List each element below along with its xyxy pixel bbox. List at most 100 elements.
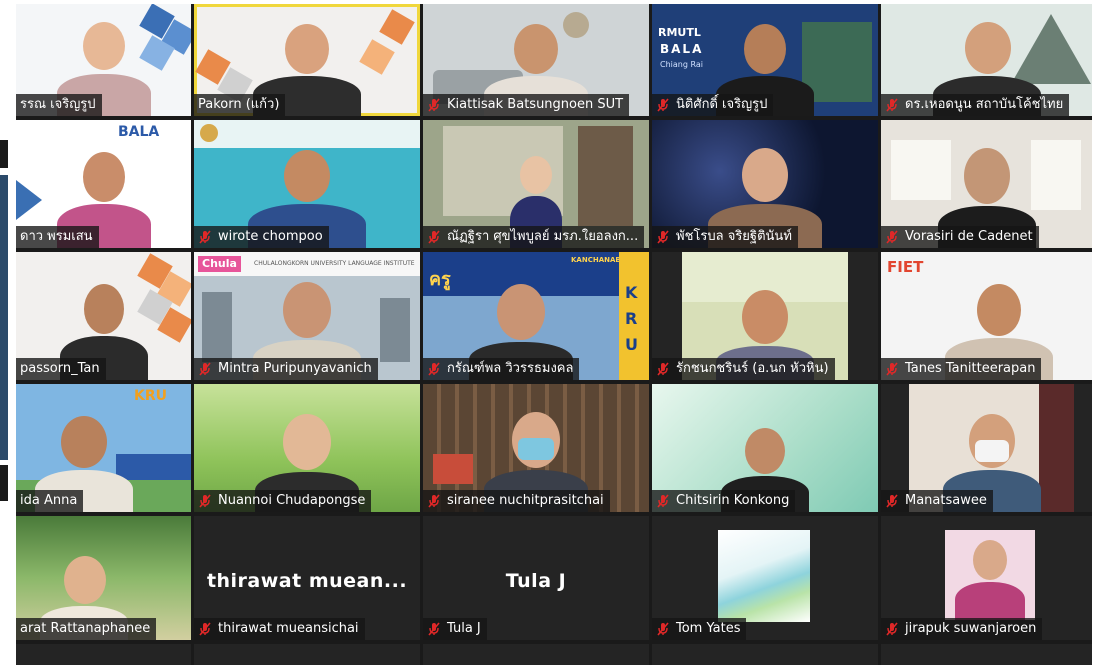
participant-tile-partial[interactable] [881, 644, 1092, 665]
name-label: Tula J [423, 618, 487, 640]
participant-tile[interactable]: รักชนกชรินร์ (อ.นก หัวหิน) [652, 252, 878, 380]
participant-tile-video-off[interactable]: jirapuk suwanjaroen [881, 516, 1092, 640]
name-label: ida Anna [16, 490, 84, 512]
name-label: รักชนกชรินร์ (อ.นก หัวหิน) [652, 358, 835, 380]
microphone-muted-icon [427, 230, 441, 244]
participant-tile-video-off[interactable]: Tom Yates [652, 516, 878, 640]
name-label: Nuannoi Chudapongse [194, 490, 372, 512]
name-label: Manatsawee [881, 490, 993, 512]
participant-tile[interactable]: KANCHANABURI ครู KRU กรัณฑ์พล วิวรรธมงคล [423, 252, 649, 380]
profile-picture [718, 530, 810, 622]
microphone-muted-icon [427, 98, 441, 112]
face-mask [518, 438, 554, 460]
participant-tile[interactable]: พัชโรบล จริยฐิตินันท์ [652, 120, 878, 248]
video-off-name: thirawat muean... [206, 570, 408, 592]
name-label: wirote chompoo [194, 226, 329, 248]
participant-tile-partial[interactable] [423, 644, 649, 665]
logo-text: ครู [429, 269, 451, 290]
microphone-muted-icon [198, 362, 212, 376]
participant-tile[interactable]: Vorasiri de Cadenet [881, 120, 1092, 248]
background-triangle [16, 180, 42, 220]
background-logo [200, 124, 218, 142]
participant-tile[interactable]: ณัฏฐิรา ศุขไพบูลย์ มรภ.ใยอลงก... [423, 120, 649, 248]
microphone-muted-icon [198, 622, 212, 636]
edge-block [0, 465, 8, 501]
participant-tile[interactable]: FIET Tanes Tanitteerapan [881, 252, 1092, 380]
name-label: ดาว พรมเสน [16, 226, 99, 248]
participant-tile-partial[interactable] [16, 644, 191, 665]
microphone-muted-icon [198, 494, 212, 508]
participant-tile[interactable]: รรณ เจริญรูป [16, 4, 191, 116]
microphone-muted-icon [198, 230, 212, 244]
name-label: arat Rattanaphanee [16, 618, 157, 640]
microphone-muted-icon [885, 230, 899, 244]
background-city [202, 292, 232, 362]
participant-tile-partial[interactable] [652, 644, 878, 665]
logo-text: Chula [198, 256, 241, 272]
participant-tile[interactable]: Chitsirin Konkong [652, 384, 878, 512]
background-bookshelf [578, 126, 633, 226]
participant-tile[interactable]: Chula CHULALONGKORN UNIVERSITY LANGUAGE … [194, 252, 420, 380]
logo-text: KRU [625, 283, 638, 354]
participant-tile[interactable]: Nuannoi Chudapongse [194, 384, 420, 512]
name-label: jirapuk suwanjaroen [881, 618, 1043, 640]
edge-block [0, 140, 8, 168]
left-window-edge [0, 0, 14, 665]
decorative-hexagon [379, 9, 415, 45]
logo-text: CHULALONGKORN UNIVERSITY LANGUAGE INSTIT… [254, 260, 415, 267]
name-label: thirawat mueansichai [194, 618, 365, 640]
participant-tile[interactable]: passorn_Tan [16, 252, 191, 380]
name-label: passorn_Tan [16, 358, 106, 380]
name-label: พัชโรบล จริยฐิตินันท์ [652, 226, 798, 248]
microphone-muted-icon [656, 494, 670, 508]
name-label: Kiattisak Batsungnoen SUT [423, 94, 630, 116]
name-label: นิติศักดิ์ เจริญรูป [652, 94, 774, 116]
name-label: Pakorn (แก้ว) [194, 94, 286, 116]
microphone-muted-icon [656, 230, 670, 244]
microphone-muted-icon [656, 622, 670, 636]
edge-block [0, 175, 8, 460]
participant-tile[interactable]: wirote chompoo [194, 120, 420, 248]
background-city [380, 298, 410, 362]
name-label: Mintra Puripunyavanich [194, 358, 378, 380]
gallery-view: รรณ เจริญรูป Pakorn (แก้ว) Kiattisak Bat… [16, 4, 1092, 665]
participant-tile[interactable]: KRU ida Anna [16, 384, 191, 512]
logo-text: KRU [134, 388, 167, 404]
name-label: Tanes Tanitteerapan [881, 358, 1042, 380]
background-pencils [433, 454, 473, 484]
name-label: รรณ เจริญรูป [16, 94, 102, 116]
microphone-muted-icon [885, 622, 899, 636]
name-label: Vorasiri de Cadenet [881, 226, 1039, 248]
name-label: ดร.เหอดนูน สถาบันโค้ชไทย [881, 94, 1070, 116]
microphone-muted-icon [427, 622, 441, 636]
microphone-muted-icon [656, 362, 670, 376]
participant-tile-video-off[interactable]: Tula J Tula J [423, 516, 649, 640]
participant-tile[interactable]: BALA ดาว พรมเสน [16, 120, 191, 248]
face-mask [974, 440, 1009, 462]
participant-tile[interactable]: arat Rattanaphanee [16, 516, 191, 640]
microphone-muted-icon [427, 362, 441, 376]
microphone-muted-icon [656, 98, 670, 112]
profile-picture [945, 530, 1035, 620]
microphone-muted-icon [427, 494, 441, 508]
microphone-muted-icon [885, 98, 899, 112]
participant-tile-video-off[interactable]: thirawat muean... thirawat mueansichai [194, 516, 420, 640]
name-label: Tom Yates [652, 618, 747, 640]
logo-text: Chiang Rai [660, 60, 703, 69]
participant-tile-active-speaker[interactable]: Pakorn (แก้ว) [194, 4, 420, 116]
microphone-muted-icon [885, 362, 899, 376]
participant-tile-partial[interactable] [194, 644, 420, 665]
participant-tile[interactable]: ดร.เหอดนูน สถาบันโค้ชไทย [881, 4, 1092, 116]
logo-text: RMUTL [658, 26, 701, 39]
name-label: Chitsirin Konkong [652, 490, 796, 512]
name-label: siranee nuchitprasitchai [423, 490, 610, 512]
participant-tile[interactable]: RMUTL BALA Chiang Rai นิติศักดิ์ เจริญรู… [652, 4, 878, 116]
participant-tile[interactable]: siranee nuchitprasitchai [423, 384, 649, 512]
name-label: กรัณฑ์พล วิวรรธมงคล [423, 358, 580, 380]
microphone-muted-icon [885, 494, 899, 508]
name-label: ณัฏฐิรา ศุขไพบูลย์ มรภ.ใยอลงก... [423, 226, 645, 248]
logo-text: FIET [887, 258, 924, 276]
participant-tile[interactable]: Manatsawee [881, 384, 1092, 512]
participant-tile[interactable]: Kiattisak Batsungnoen SUT [423, 4, 649, 116]
video-off-name: Tula J [505, 570, 567, 592]
